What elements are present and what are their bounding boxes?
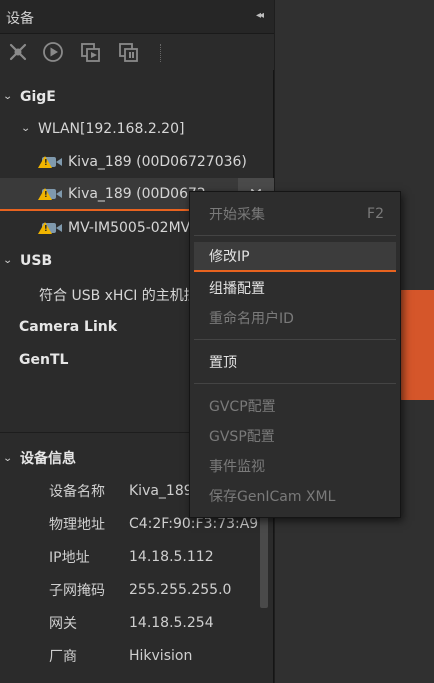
- expand-caret-icon[interactable]: ⌄: [3, 91, 20, 102]
- camera-warning-icon: !: [38, 154, 64, 170]
- menu-item-label: 事件监视: [209, 459, 265, 475]
- info-key: IP地址: [49, 550, 90, 566]
- menu-item-pin-top[interactable]: 置顶: [194, 347, 396, 377]
- info-value: C4:2F:90:F3:73:A9: [129, 516, 259, 532]
- tree-label-usb-controller: 符合 USB xHCI 的主机控: [39, 287, 198, 304]
- info-value: Kiva_189: [129, 483, 193, 499]
- menu-item-multicast[interactable]: 组播配置: [194, 273, 396, 303]
- info-row: 子网掩码 255.255.255.0: [0, 574, 260, 606]
- info-row: 厂商 Hikvision: [0, 640, 260, 672]
- tree-label-gentl: GenTL: [19, 351, 69, 368]
- menu-item-save-genicam-xml[interactable]: 保存GenICam XML: [194, 481, 396, 511]
- tree-device-item[interactable]: ! Kiva_189 (00D06727036): [0, 145, 274, 178]
- menu-separator: [194, 339, 396, 340]
- menu-item-label: GVSP配置: [209, 429, 275, 445]
- info-key: 设备名称: [49, 484, 105, 500]
- menu-item-label: GVCP配置: [209, 399, 276, 415]
- menu-item-gvsp[interactable]: GVSP配置: [194, 421, 396, 451]
- menu-item-rename-user-id[interactable]: 重命名用户ID: [194, 303, 396, 333]
- device-label: MV-IM5005-02MV: [68, 219, 191, 236]
- tree-label-cameralink: Camera Link: [19, 318, 118, 335]
- tree-label-wlan: WLAN[192.168.2.20]: [38, 120, 185, 137]
- info-key: 厂商: [49, 649, 77, 665]
- menu-shortcut: F2: [367, 206, 384, 222]
- device-toolbar: [0, 34, 274, 70]
- menu-item-label: 重命名用户ID: [209, 311, 294, 327]
- info-row: IP地址 14.18.5.112: [0, 541, 260, 573]
- expand-caret-icon[interactable]: ⌄: [3, 255, 20, 266]
- disconnect-icon[interactable]: [6, 41, 30, 63]
- menu-separator: [194, 235, 396, 236]
- menu-item-event-monitor[interactable]: 事件监视: [194, 451, 396, 481]
- info-value: 14.18.5.112: [129, 549, 214, 565]
- info-key: 物理地址: [49, 517, 105, 533]
- info-value: Hikvision: [129, 648, 193, 664]
- menu-item-label: 置顶: [209, 355, 237, 371]
- device-info-title: 设备信息: [20, 451, 76, 467]
- menu-item-label: 修改IP: [209, 249, 250, 265]
- device-label: Kiva_189 (00D0672: [68, 185, 206, 202]
- context-menu: 开始采集 F2 修改IP 组播配置 重命名用户ID 置顶 GVCP配置 GVSP…: [189, 191, 401, 518]
- panel-title: 设备: [6, 11, 34, 27]
- tree-node-gige[interactable]: ⌄ GigE: [0, 80, 274, 113]
- info-value: 14.18.5.254: [129, 615, 214, 631]
- export-icon[interactable]: [79, 41, 103, 63]
- camera-warning-icon: !: [38, 220, 64, 236]
- menu-item-gvcp[interactable]: GVCP配置: [194, 391, 396, 421]
- expand-caret-icon[interactable]: ⌄: [3, 453, 20, 464]
- tree-label-usb: USB: [20, 252, 53, 269]
- info-value: 255.255.255.0: [129, 582, 232, 598]
- info-key: 子网掩码: [49, 583, 105, 599]
- toolbar-separator: [160, 44, 161, 62]
- menu-item-start-capture[interactable]: 开始采集 F2: [194, 199, 396, 229]
- collapse-panel-icon[interactable]: ◂◂: [256, 10, 264, 21]
- info-key: 网关: [49, 616, 77, 632]
- device-label: Kiva_189 (00D06727036): [68, 153, 247, 170]
- menu-item-label: 组播配置: [209, 281, 265, 297]
- menu-item-label: 保存GenICam XML: [209, 489, 336, 505]
- device-info-header[interactable]: ⌄ 设备信息: [0, 443, 76, 473]
- tree-node-wlan[interactable]: ⌄ WLAN[192.168.2.20]: [0, 112, 274, 145]
- menu-item-modify-ip[interactable]: 修改IP: [194, 242, 396, 272]
- tree-label-gige: GigE: [20, 88, 56, 105]
- menu-item-label: 开始采集: [209, 207, 265, 223]
- info-row: 网关 14.18.5.254: [0, 607, 260, 639]
- camera-icon: !: [38, 186, 64, 202]
- import-icon[interactable]: [117, 41, 141, 63]
- menu-separator: [194, 383, 396, 384]
- panel-titlebar: 设备 ◂◂: [0, 0, 274, 34]
- play-icon[interactable]: [41, 41, 65, 63]
- expand-caret-icon[interactable]: ⌄: [21, 123, 38, 134]
